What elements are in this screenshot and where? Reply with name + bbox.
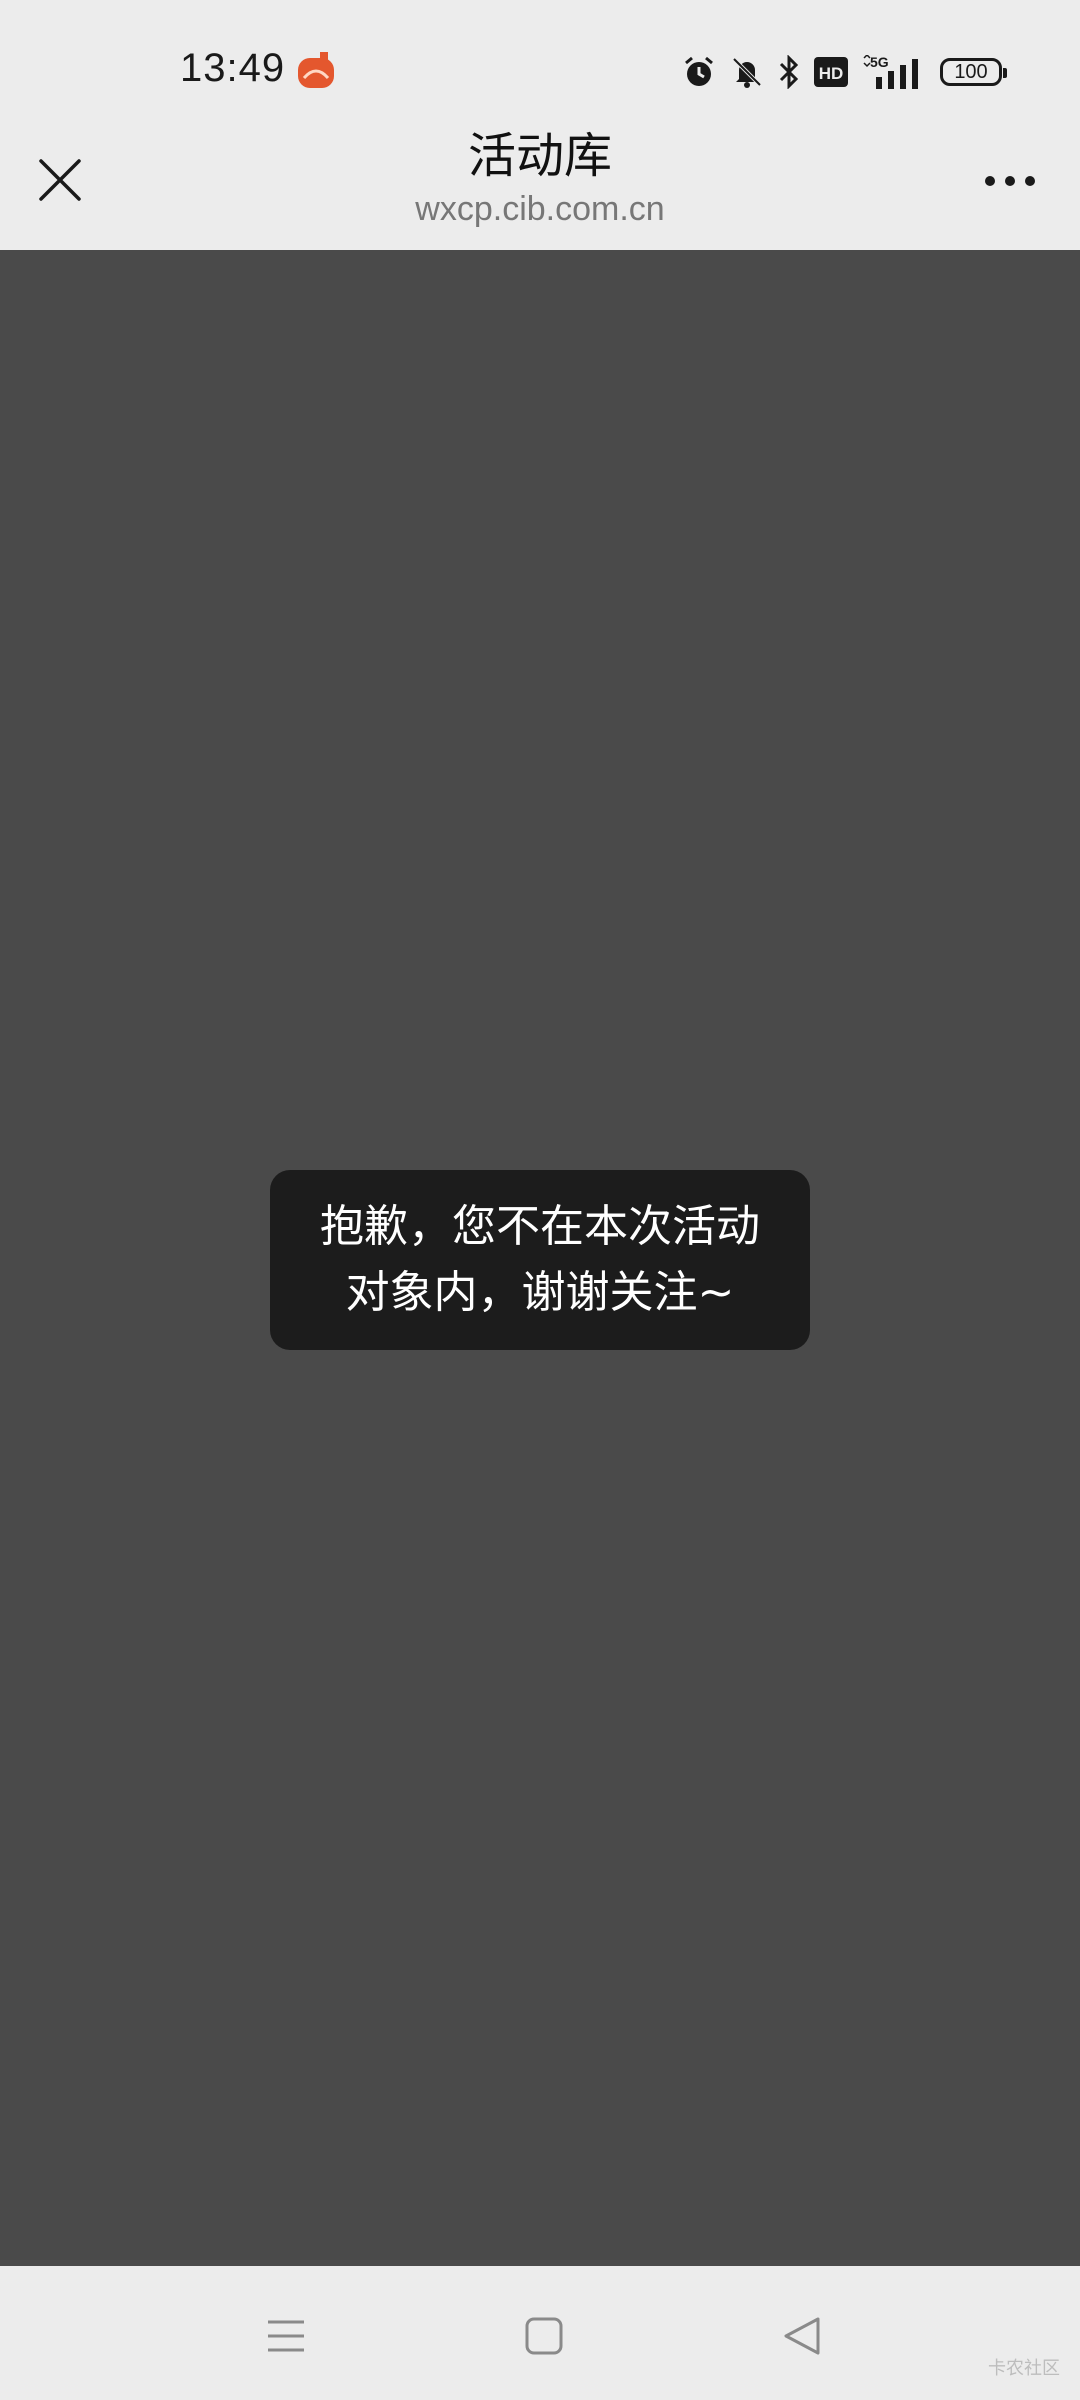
title-block: 活动库 wxcp.cib.com.cn [240,126,840,232]
status-time: 13:49 [180,46,286,90]
more-dot-icon [985,176,995,186]
bluetooth-icon [778,55,800,89]
close-button[interactable] [30,150,90,210]
more-options-button[interactable] [970,156,1050,206]
toast-line-2: 对象内，谢谢关注~ [345,1267,735,1318]
page-url: wxcp.cib.com.cn [415,190,665,228]
page-content: 抱歉，您不在本次活动 对象内，谢谢关注~ [0,250,1080,2266]
status-icons: HD 5G 100 [682,52,1007,92]
more-dot-icon [1005,176,1015,186]
app-notification-icon [296,50,336,90]
hd-icon: HD [814,57,848,87]
back-button[interactable] [772,2306,832,2366]
recents-button[interactable] [256,2306,316,2366]
close-icon [39,159,81,201]
status-bar: 13:49 HD 5G 100 [0,0,1080,120]
bell-off-icon [730,55,764,89]
system-nav-bar: 卡农社区 [0,2266,1080,2400]
toast-message: 抱歉，您不在本次活动 对象内，谢谢关注~ [270,1170,810,1350]
home-button[interactable] [514,2306,574,2366]
webview-header: 活动库 wxcp.cib.com.cn [0,120,1080,250]
toast-line-1: 抱歉，您不在本次活动 [320,1201,760,1252]
back-triangle-icon [784,2317,820,2355]
battery-icon: 100 [940,58,1007,86]
svg-text:HD: HD [819,64,844,83]
alarm-icon [682,55,716,89]
menu-icon [268,2320,304,2352]
5g-signal-icon: 5G [862,55,926,89]
home-square-icon [525,2317,563,2355]
svg-text:5G: 5G [870,55,889,70]
page-title: 活动库 [467,128,612,184]
watermark: 卡农社区 [988,2358,1060,2378]
battery-level: 100 [940,58,1007,86]
more-dot-icon [1025,176,1035,186]
